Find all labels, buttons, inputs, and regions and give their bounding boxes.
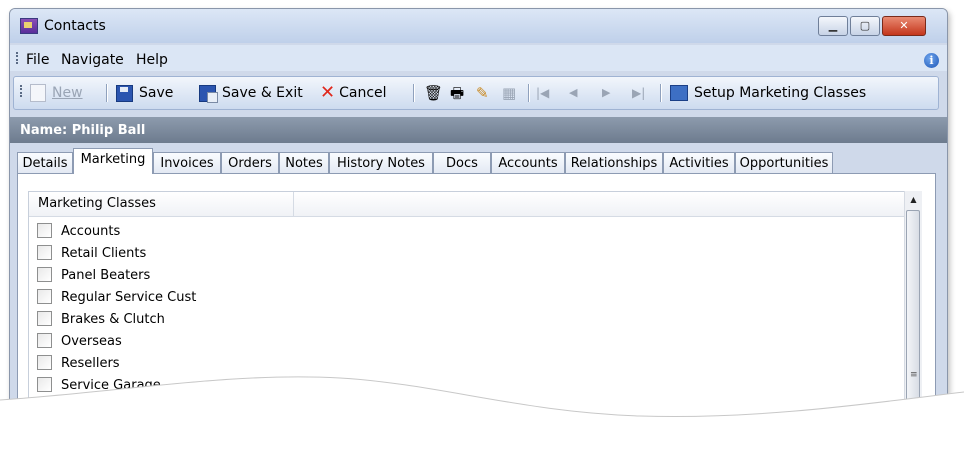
torn-edge-overlay — [0, 376, 964, 459]
tab-marketing[interactable]: Marketing — [73, 148, 153, 174]
